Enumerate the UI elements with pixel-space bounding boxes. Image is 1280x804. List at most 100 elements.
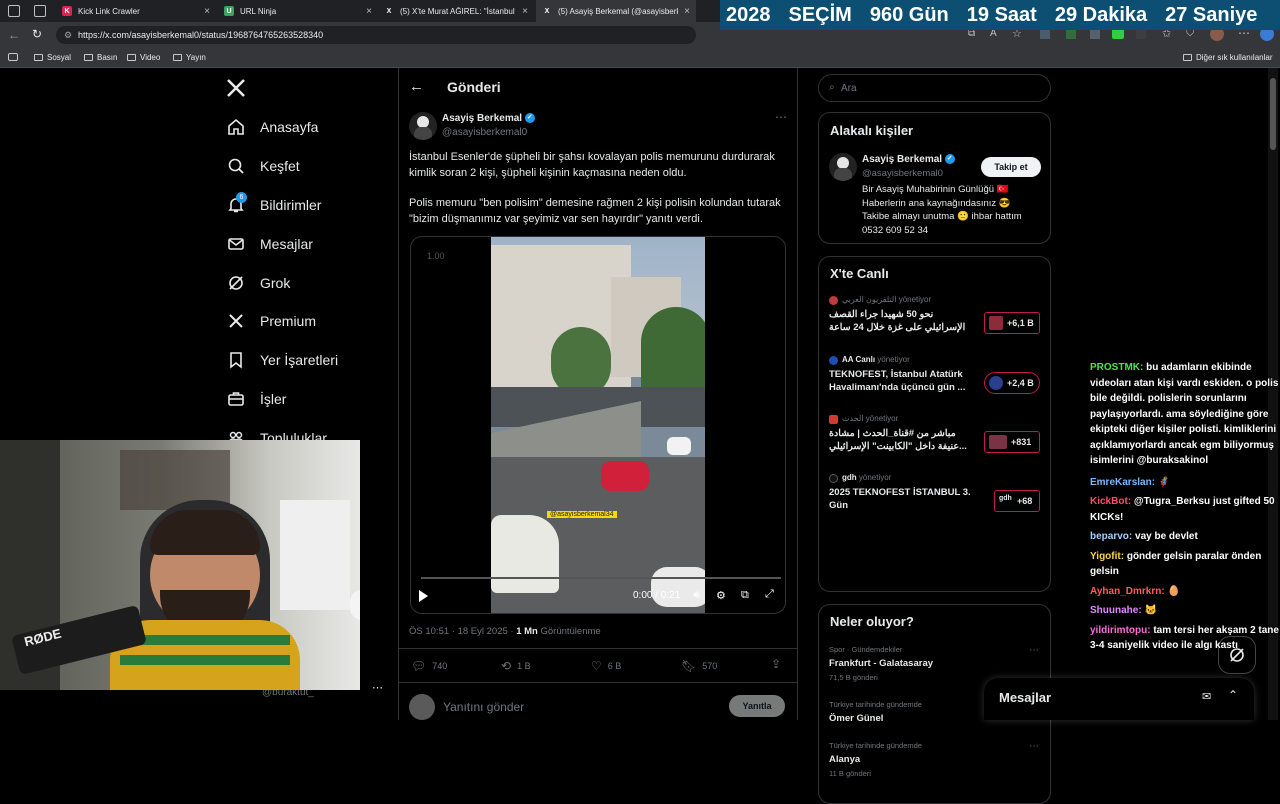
share-icon[interactable]: ⇪ bbox=[771, 657, 781, 671]
nav-messages[interactable]: Mesajlar bbox=[226, 234, 313, 254]
nav-jobs[interactable]: İşler bbox=[226, 389, 286, 409]
url-field[interactable]: ⚙ https://x.com/asayisberkemal0/status/1… bbox=[56, 26, 696, 44]
tab-url-ninja[interactable]: U URL Ninja × bbox=[218, 0, 378, 22]
author-name: Asayiş Berkemal bbox=[442, 113, 523, 124]
author-avatar[interactable] bbox=[409, 112, 437, 140]
nav-premium[interactable]: Premium bbox=[226, 311, 316, 331]
chat-user: PROSTMK: bbox=[1090, 362, 1144, 373]
extension-icon[interactable] bbox=[1066, 29, 1076, 39]
x-favicon-icon: X bbox=[386, 7, 392, 15]
extension-icon[interactable] bbox=[1112, 29, 1124, 39]
close-tab-icon[interactable]: × bbox=[204, 6, 210, 17]
reply-button[interactable]: 💬︎ 740 bbox=[411, 659, 447, 673]
close-tab-icon[interactable]: × bbox=[366, 6, 372, 17]
tab-x-asayis-berkemal[interactable]: X (5) Asayiş Berkemal (@asayisberk... × bbox=[536, 0, 696, 22]
bio-line: Takibe almayı unutma 🙂 ihbar hattım bbox=[862, 211, 1022, 222]
trend-item[interactable]: Spor · Gündemdekiler Frankfurt - Galatas… bbox=[829, 645, 1044, 682]
bookmarks-bar: Sosyal Basın Video Yayın Diğer sık kulla… bbox=[0, 48, 1280, 68]
chat-text: 🦸 bbox=[1157, 476, 1171, 488]
bookmark-sosyal[interactable]: Sosyal bbox=[34, 53, 71, 62]
live-title-line: 2025 TEKNOFEST İSTANBUL 3. bbox=[829, 487, 971, 498]
trend-more-icon[interactable]: ⋯ bbox=[1029, 645, 1039, 656]
trend-item[interactable]: Türkiye tarihinde gündemde Alanya 11 B g… bbox=[829, 741, 1044, 778]
back-arrow-icon[interactable]: ← bbox=[409, 78, 424, 95]
tab-actions-icon[interactable] bbox=[34, 5, 46, 17]
related-avatar[interactable] bbox=[829, 153, 857, 181]
nav-label: Yer İşaretleri bbox=[260, 352, 339, 368]
live-item[interactable]: الحدث yönetiyor مباشر من #قناة_الحدث | م… bbox=[829, 414, 1044, 464]
extension-icon[interactable] bbox=[1090, 29, 1100, 39]
trend-context: Türkiye tarihinde gündemde bbox=[829, 741, 922, 750]
workspaces-icon[interactable] bbox=[8, 5, 20, 17]
live-listeners-badge: +6,1 B bbox=[984, 312, 1040, 334]
pip-icon[interactable]: ⧉ bbox=[741, 589, 749, 602]
author-name-row[interactable]: Asayiş Berkemal ✓ bbox=[442, 113, 535, 124]
live-count: +68 bbox=[1017, 496, 1033, 506]
bookmark-basin[interactable]: Basın bbox=[84, 53, 117, 62]
countdown-seconds: 27 Saniye bbox=[1165, 3, 1258, 26]
back-arrow-icon[interactable]: ← bbox=[8, 28, 20, 42]
close-tab-icon[interactable]: × bbox=[684, 6, 690, 17]
bookmark-yayin[interactable]: Yayın bbox=[173, 53, 206, 62]
search-input[interactable]: ⌕ Ara bbox=[818, 74, 1051, 102]
video-time: 0:00 / 0:21 bbox=[633, 590, 681, 601]
reading-list-icon[interactable] bbox=[8, 53, 18, 61]
tab-title: URL Ninja bbox=[240, 6, 277, 16]
live-item[interactable]: التلفزيون العربي yönetiyor نحو 50 شهيدا … bbox=[829, 295, 1044, 345]
bookmark-video[interactable]: Video bbox=[127, 53, 160, 62]
live-title-line: نحو 50 شهيدا جراء القصف bbox=[829, 309, 934, 320]
nav-notifications[interactable]: 6 Bildirimler bbox=[226, 192, 321, 215]
related-handle[interactable]: @asayisberkemal0 bbox=[862, 168, 943, 179]
url-text: https://x.com/asayisberkemal0/status/196… bbox=[78, 30, 324, 40]
extension-icon[interactable] bbox=[1136, 29, 1146, 39]
chat-text: vay be devlet bbox=[1135, 531, 1198, 542]
folder-icon bbox=[34, 54, 43, 61]
like-count: 6 B bbox=[607, 661, 622, 671]
reply-submit-button[interactable]: Yanıtla bbox=[729, 695, 785, 717]
verified-badge-icon: ✓ bbox=[524, 113, 535, 124]
nav-label: Grok bbox=[260, 275, 291, 291]
related-name-row[interactable]: Asayiş Berkemal ✓ bbox=[862, 154, 955, 165]
like-button[interactable]: ♡ 6 B bbox=[591, 659, 621, 673]
nav-grok[interactable]: Grok bbox=[226, 273, 290, 293]
video-player[interactable]: 1.00 @asayisberkemal34 0:00 / 0:21 🔊︎ ⚙ … bbox=[410, 236, 786, 614]
play-icon[interactable] bbox=[419, 590, 428, 602]
volume-icon[interactable]: 🔊︎ bbox=[693, 589, 700, 602]
nav-bookmarks[interactable]: Yer İşaretleri bbox=[226, 350, 338, 370]
follow-button[interactable]: Takip et bbox=[981, 157, 1041, 177]
reply-input[interactable]: Yanıtını gönder bbox=[443, 700, 524, 714]
site-info-icon[interactable]: ⚙ bbox=[64, 30, 72, 41]
related-name: Asayiş Berkemal bbox=[862, 154, 943, 165]
x-logo-icon[interactable] bbox=[226, 78, 246, 98]
bookmark-button[interactable]: 🔖︎ 570 bbox=[681, 659, 717, 673]
tab-kick-link-crawler[interactable]: K Kick Link Crawler × bbox=[56, 0, 216, 22]
extension-icon[interactable] bbox=[1040, 29, 1050, 39]
video-progress-track[interactable] bbox=[421, 577, 781, 579]
scrollbar-thumb[interactable] bbox=[1270, 78, 1276, 150]
settings-icon[interactable]: ⚙ bbox=[716, 589, 726, 602]
nav-explore[interactable]: Keşfet bbox=[226, 156, 300, 176]
close-tab-icon[interactable]: × bbox=[522, 6, 528, 17]
live-role: yönetiyor bbox=[898, 295, 932, 304]
chat-text: 🐱 bbox=[1144, 605, 1157, 616]
nav-home[interactable]: Anasayfa bbox=[226, 117, 318, 137]
other-bookmarks[interactable]: Diğer sık kullanılanlar bbox=[1183, 53, 1272, 62]
countdown-hours: 19 Saat bbox=[966, 3, 1037, 26]
webcam-overlay: RØDE bbox=[0, 440, 360, 690]
page-title: Gönderi bbox=[447, 79, 501, 95]
reload-icon[interactable]: ↻ bbox=[32, 27, 42, 41]
trend-more-icon[interactable]: ⋯ bbox=[1029, 741, 1039, 752]
fullscreen-icon[interactable]: ⤢ bbox=[765, 588, 774, 601]
more-options-icon[interactable]: ⋯ bbox=[775, 110, 787, 124]
countdown-minutes: 29 Dakika bbox=[1054, 3, 1148, 26]
repost-button[interactable]: ⟲ 1 B bbox=[501, 659, 531, 673]
more-dots-icon[interactable]: ⋯ bbox=[372, 681, 383, 694]
related-people-card: Alakalı kişiler Asayiş Berkemal ✓ @asayi… bbox=[818, 112, 1051, 244]
bell-icon: 6 bbox=[226, 192, 247, 215]
tab-x-murat-agirel[interactable]: X (5) X'te Murat AĞIREL: "İstanbul ... × bbox=[378, 0, 534, 22]
live-role: yönetiyor bbox=[858, 473, 892, 482]
live-host: الحدث bbox=[842, 414, 864, 423]
live-item[interactable]: gdh yönetiyor 2025 TEKNOFEST İSTANBUL 3.… bbox=[829, 473, 1044, 523]
live-item[interactable]: AA Canlı yönetiyor TEKNOFEST, İstanbul A… bbox=[829, 355, 1044, 405]
author-handle[interactable]: @asayisberkemal0 bbox=[442, 127, 527, 138]
